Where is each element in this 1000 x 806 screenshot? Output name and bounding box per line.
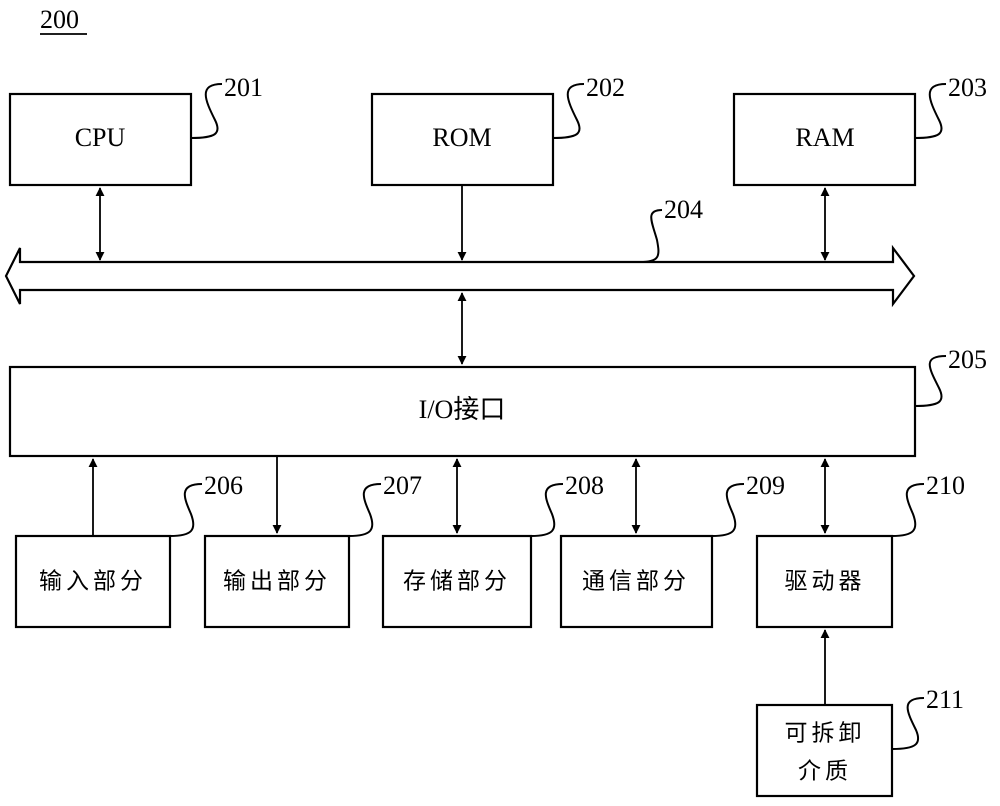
storage-ref: 208 — [565, 471, 604, 500]
bus-ref: 204 — [664, 195, 703, 224]
removable-media-block: 可拆卸 介质 211 — [755, 685, 964, 798]
io-leader-line — [914, 355, 947, 407]
input-leader-line — [169, 483, 203, 537]
driver-label: 驱动器 — [785, 569, 866, 595]
media-label-line1: 可拆卸 — [785, 721, 866, 747]
media-label-line2: 介质 — [798, 759, 852, 785]
cpu-ref: 201 — [224, 73, 263, 102]
output-ref: 207 — [383, 471, 422, 500]
rom-label: ROM — [432, 123, 491, 152]
rom-ref: 202 — [586, 73, 625, 102]
ram-block: RAM 203 — [732, 73, 987, 187]
io-ref: 205 — [948, 345, 987, 374]
input-ref: 206 — [204, 471, 243, 500]
rom-block: ROM 202 — [370, 73, 625, 187]
input-label: 输入部分 — [39, 569, 147, 595]
ram-label: RAM — [795, 123, 854, 152]
rom-leader-line — [552, 83, 585, 139]
output-leader-line — [348, 483, 382, 537]
output-label: 输出部分 — [223, 569, 331, 595]
figure-number: 200 — [40, 5, 79, 34]
ram-ref: 203 — [948, 73, 987, 102]
driver-block: 驱动器 210 — [755, 471, 965, 629]
storage-leader-line — [530, 483, 564, 537]
computer-system-diagram: 200 CPU 201 ROM 202 RAM 203 204 I/O接口 20… — [4, 5, 987, 798]
driver-ref: 210 — [926, 471, 965, 500]
cpu-block: CPU 201 — [8, 73, 263, 187]
system-bus — [4, 244, 916, 308]
media-leader-line — [891, 697, 925, 750]
cpu-label: CPU — [75, 123, 126, 152]
io-label: I/O接口 — [419, 395, 506, 424]
communication-label: 通信部分 — [582, 569, 690, 595]
driver-leader-line — [891, 483, 925, 537]
ram-leader-line — [914, 83, 947, 139]
cpu-leader-line — [190, 83, 223, 139]
communication-ref: 209 — [746, 471, 785, 500]
io-interface-block: I/O接口 205 — [8, 345, 987, 458]
communication-leader-line — [711, 483, 745, 537]
storage-label: 存储部分 — [403, 569, 511, 595]
bus-leader-line — [639, 209, 663, 263]
media-ref: 211 — [926, 685, 964, 714]
